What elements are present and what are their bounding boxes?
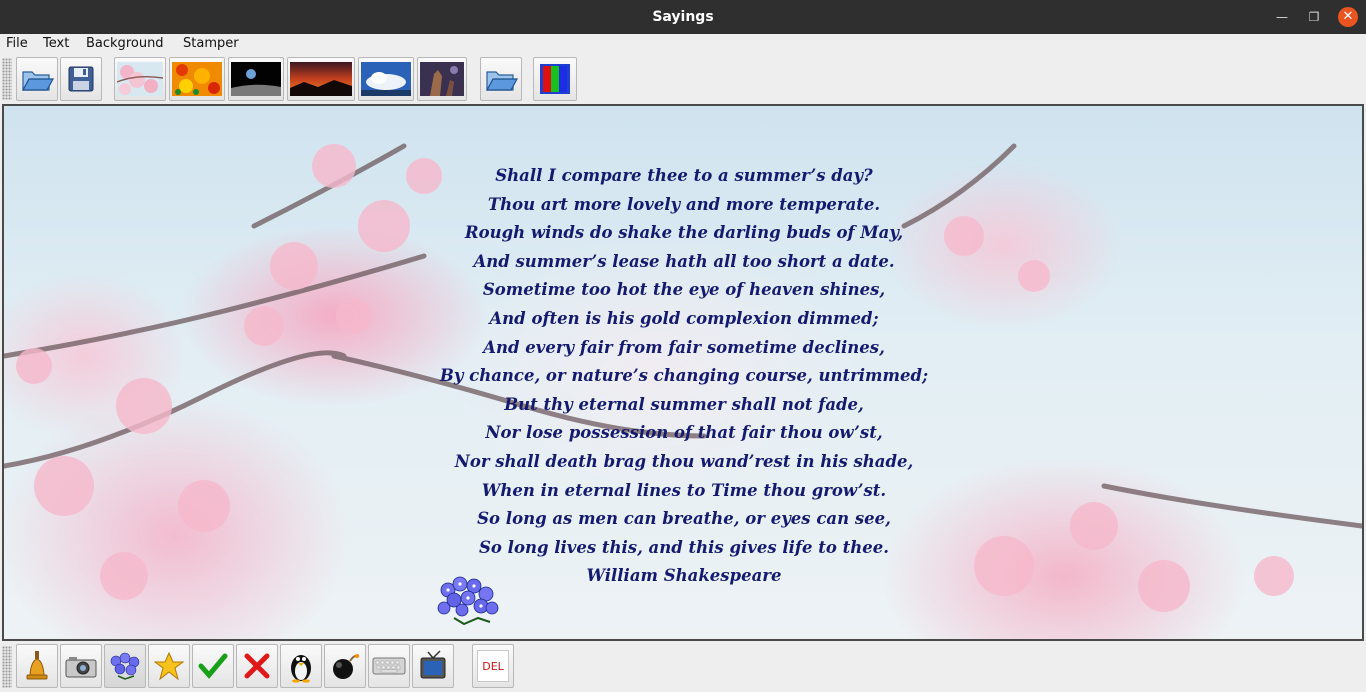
maximize-icon[interactable]: ❐ — [1304, 7, 1324, 27]
poem-line: When in eternal lines to Time thou grow’… — [481, 480, 887, 500]
delete-button[interactable]: DEL — [472, 644, 514, 688]
nebula-thumbnail-icon — [420, 62, 464, 96]
stamp-penguin-button[interactable] — [280, 644, 322, 688]
star-icon — [154, 651, 184, 681]
background-earthrise-button[interactable] — [228, 57, 284, 101]
toolbar-grip[interactable] — [2, 58, 12, 100]
stamp-star-button[interactable] — [148, 644, 190, 688]
menu-bar: File Text Background Stamper — [0, 34, 1366, 55]
flower-bouquet-stamp[interactable] — [434, 572, 502, 630]
background-blossom-button[interactable] — [114, 57, 166, 101]
background-sunset-button[interactable] — [287, 57, 355, 101]
stamp-toolbar: DEL — [0, 642, 1366, 692]
color-bars-icon — [540, 64, 570, 94]
poem-line: And often is his gold complexion dimmed; — [489, 308, 879, 328]
stamp-check-button[interactable] — [192, 644, 234, 688]
penguin-icon — [291, 655, 311, 683]
poem-line: Nor lose possession of that fair thou ow… — [485, 423, 883, 443]
stamp-flowers-button[interactable] — [104, 644, 146, 688]
open-folder-icon — [485, 71, 518, 91]
delete-label-box: DEL — [477, 650, 509, 682]
minimize-icon[interactable]: — — [1272, 7, 1292, 27]
stamp-x-button[interactable] — [236, 644, 278, 688]
earthrise-thumbnail-icon — [231, 62, 281, 96]
save-button[interactable] — [60, 57, 102, 101]
stamp-bomb-button[interactable] — [324, 644, 366, 688]
window-title: Sayings — [652, 9, 714, 25]
poem-text[interactable]: Shall I compare thee to a summer’s day? … — [344, 162, 1024, 591]
sunset-thumbnail-icon — [290, 62, 352, 96]
red-x-icon — [244, 653, 270, 679]
stamp-tv-button[interactable] — [412, 644, 454, 688]
poem-line: Shall I compare thee to a summer’s day? — [495, 166, 873, 185]
poem-line: And summer’s lease hath all too short a … — [473, 251, 895, 271]
poem-line: By chance, or nature’s changing course, … — [439, 366, 929, 386]
color-button[interactable] — [533, 57, 577, 101]
stamp-camera-button[interactable] — [60, 644, 102, 688]
toolbar-grip[interactable] — [2, 646, 12, 688]
poem-line: Thou art more lovely and more temperate. — [487, 194, 881, 214]
menu-stamper[interactable]: Stamper — [183, 36, 239, 51]
main-toolbar — [0, 55, 1366, 103]
stamp-keyboard-button[interactable] — [368, 644, 410, 688]
menu-text[interactable]: Text — [43, 36, 69, 51]
sayings-canvas[interactable]: Shall I compare thee to a summer’s day? … — [2, 104, 1364, 641]
poem-line: So long as men can breathe, or eyes can … — [477, 509, 891, 529]
poem-line: Rough winds do shake the darling buds of… — [464, 223, 904, 243]
camera-icon — [65, 657, 97, 678]
checkmark-icon — [198, 653, 228, 679]
television-icon — [420, 650, 446, 679]
open-background-button[interactable] — [480, 57, 522, 101]
poem-line: Nor shall death brag thou wand’rest in h… — [454, 451, 914, 471]
bell-icon — [26, 651, 48, 680]
save-disk-icon — [68, 66, 94, 92]
close-icon[interactable]: ✕ — [1338, 7, 1358, 27]
poem-line: And every fair from fair sometime declin… — [483, 337, 885, 357]
open-file-button[interactable] — [16, 57, 58, 101]
poem-line: Sometime too hot the eye of heaven shine… — [482, 280, 886, 300]
delete-label: DEL — [482, 659, 504, 673]
poem-line: But thy eternal summer shall not fade, — [504, 394, 864, 414]
open-folder-icon — [21, 71, 54, 91]
flower-bouquet-icon — [110, 652, 140, 680]
bomb-icon — [333, 654, 359, 679]
menu-file[interactable]: File — [6, 36, 28, 51]
stamp-bell-button[interactable] — [16, 644, 58, 688]
cherry-blossom-thumbnail-icon — [117, 62, 163, 96]
keyboard-icon — [372, 657, 406, 675]
title-bar: Sayings — ❐ ✕ — [0, 0, 1366, 34]
background-orange-button[interactable] — [169, 57, 225, 101]
background-clouds-button[interactable] — [358, 57, 414, 101]
orange-texture-thumbnail-icon — [172, 62, 222, 96]
background-nebula-button[interactable] — [417, 57, 467, 101]
menu-background[interactable]: Background — [86, 36, 164, 51]
poem-line: So long lives this, and this gives life … — [479, 537, 889, 557]
clouds-thumbnail-icon — [361, 62, 411, 96]
